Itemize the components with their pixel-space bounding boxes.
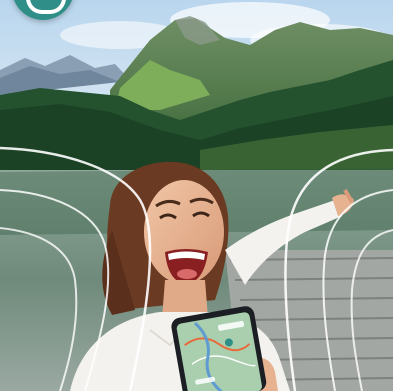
logo-ring	[26, 0, 66, 14]
hero-image	[0, 0, 393, 391]
scenic-photo	[0, 0, 393, 391]
phone	[171, 306, 267, 391]
